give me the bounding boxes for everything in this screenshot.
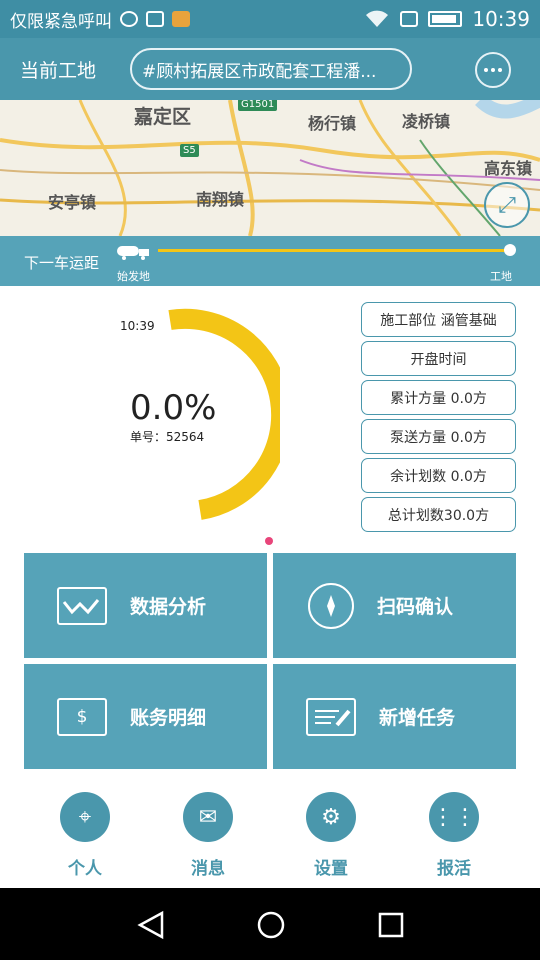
status-panel[interactable]: 10:39 0.0% 单号：52564 施工部位 涵管基础 开盘时间 累计方量 …: [0, 286, 540, 552]
map-label: 凌桥镇: [402, 112, 451, 131]
recents-icon[interactable]: [376, 910, 406, 940]
gauge-time: 10:39: [120, 319, 155, 333]
more-dot-icon: [498, 68, 502, 72]
map-label: 南翔镇: [196, 190, 245, 209]
notification-icon: [172, 11, 190, 27]
map-roads: [0, 100, 540, 236]
distance-knob: [504, 244, 516, 256]
chart-icon: [57, 586, 107, 625]
start-label: 始发地: [117, 270, 150, 283]
person-target-icon: ⌖: [60, 792, 110, 842]
status-bar: 仅限紧急呼叫 10:39: [0, 0, 540, 38]
nav-report-label: 报活: [437, 859, 471, 879]
expand-icon: ⤢: [498, 192, 516, 218]
image-icon: [146, 11, 164, 27]
compass-icon: [308, 582, 354, 629]
blocked-icon: [120, 11, 138, 27]
gauge-percent: 0.0%: [130, 388, 217, 428]
page-indicator: [265, 537, 273, 545]
nav-report[interactable]: ⋮⋮ 报活: [414, 792, 494, 879]
nav-personal[interactable]: ⌖ 个人: [45, 792, 125, 879]
expand-map-button[interactable]: ⤢: [484, 182, 530, 228]
map-label: 杨行镇: [308, 114, 357, 133]
next-distance-label: 下一车运距: [24, 254, 100, 272]
nav-messages-label: 消息: [191, 859, 225, 879]
distance-track: [158, 249, 510, 252]
remaining-plan-pill: 余计划数 0.0方: [361, 458, 516, 493]
current-site-label: 当前工地: [20, 59, 97, 82]
site-selector[interactable]: #顾村拓展区市政配套工程潘...: [130, 48, 412, 90]
next-trip-distance: 下一车运距 始发地 工地: [0, 236, 540, 286]
total-plan-pill: 总计划数30.0方: [361, 497, 516, 532]
construction-part-pill: 施工部位 涵管基础: [361, 302, 516, 337]
site-header: 当前工地 #顾村拓展区市政配套工程潘...: [0, 38, 540, 100]
cumulative-volume-pill: 累计方量 0.0方: [361, 380, 516, 415]
bottom-nav: ⌖ 个人 ✉ 消息 ⚙ 设置 ⋮⋮ 报活: [0, 780, 540, 888]
sim-icon: [400, 11, 419, 27]
nav-messages[interactable]: ✉ 消息: [168, 792, 248, 879]
highway-badge: G1501: [238, 100, 278, 111]
map-label: 高东镇: [484, 159, 533, 178]
data-analysis-button[interactable]: 数据分析: [24, 553, 267, 658]
order-number: 单号：52564: [130, 430, 205, 444]
pumped-volume-pill: 泵送方量 0.0方: [361, 419, 516, 454]
status-time: 10:39: [472, 7, 530, 31]
map-view[interactable]: 嘉定区 杨行镇 凌桥镇 高东镇 安亭镇 南翔镇 G1501 S5 ⤢: [0, 100, 540, 236]
battery-icon: [428, 11, 463, 27]
info-list: 施工部位 涵管基础 开盘时间 累计方量 0.0方 泵送方量 0.0方 余计划数 …: [361, 302, 516, 536]
nav-settings-label: 设置: [314, 859, 348, 879]
system-nav-bar: [0, 888, 540, 960]
message-icon: ✉: [183, 792, 233, 842]
highway-badge: S5: [180, 144, 199, 157]
home-icon[interactable]: [256, 910, 286, 940]
new-task-button[interactable]: 新增任务: [273, 664, 516, 769]
nav-personal-label: 个人: [68, 859, 102, 879]
map-label: 嘉定区: [134, 106, 192, 128]
more-dot-icon: [491, 68, 495, 72]
account-detail-button[interactable]: $ 账务明细: [24, 664, 267, 769]
end-label: 工地: [490, 270, 512, 283]
nav-settings[interactable]: ⚙ 设置: [291, 792, 371, 879]
emergency-call-label: 仅限紧急呼叫: [10, 11, 112, 32]
distance-progress: [158, 249, 510, 252]
map-label: 安亭镇: [48, 193, 97, 212]
account-detail-label: 账务明细: [130, 707, 207, 729]
scan-confirm-label: 扫码确认: [377, 596, 454, 618]
payment-icon: $: [57, 697, 107, 736]
more-dot-icon: [484, 68, 488, 72]
open-time-pill: 开盘时间: [361, 341, 516, 376]
back-icon[interactable]: [136, 910, 166, 940]
grid-icon: ⋮⋮: [429, 792, 479, 842]
edit-document-icon: [306, 697, 356, 736]
gear-icon: ⚙: [306, 792, 356, 842]
scan-confirm-button[interactable]: 扫码确认: [273, 553, 516, 658]
new-task-label: 新增任务: [379, 707, 456, 729]
data-analysis-label: 数据分析: [130, 596, 207, 618]
more-button[interactable]: [475, 52, 511, 88]
wifi-icon: [366, 10, 389, 27]
truck-icon: [117, 246, 149, 260]
